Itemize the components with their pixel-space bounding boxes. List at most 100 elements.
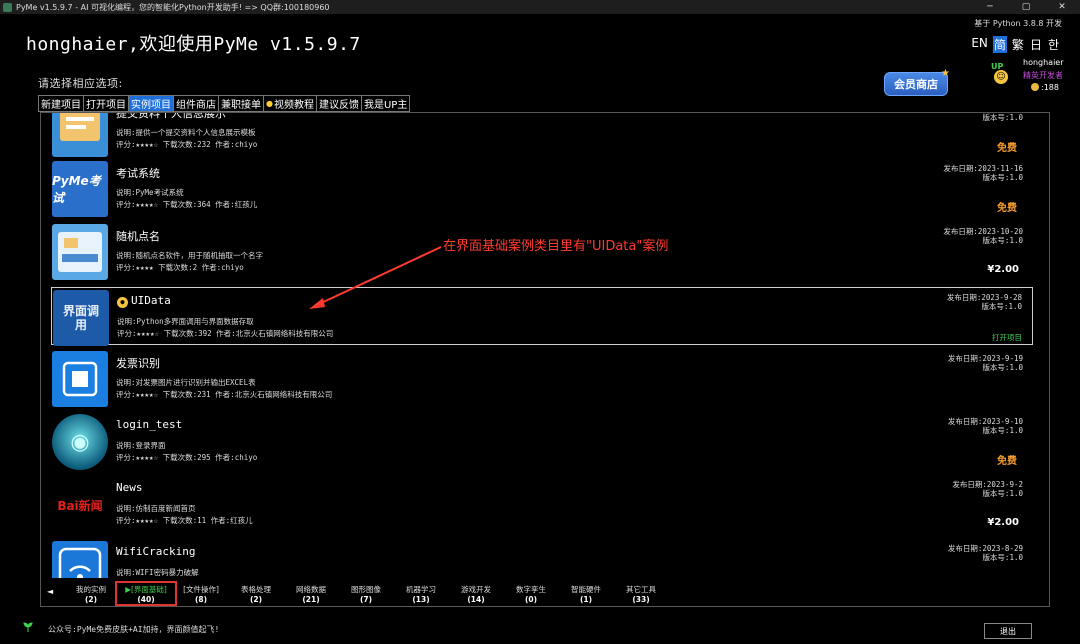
tab-part-time-jobs[interactable]: 兼职接单: [218, 95, 263, 112]
category-network-data[interactable]: 网络数据 (21): [283, 585, 339, 605]
close-button[interactable]: ✕: [1044, 0, 1080, 14]
lang-zh-traditional-button[interactable]: 繁: [1011, 36, 1025, 53]
example-list[interactable]: 提交资料个人信息展示 说明:提供一个提交资料个人信息展示模板 评分:★★★★☆ …: [41, 113, 1049, 578]
item-title: 发票识别: [116, 357, 160, 370]
item-desc: 说明:PyMe考试系统: [116, 188, 184, 197]
tab-open-project[interactable]: 打开项目: [83, 95, 128, 112]
list-item-uidata[interactable]: 界面调用 ● UIData 说明:Python多界面调用与界面数据存取 评分:★★…: [51, 287, 1033, 346]
category-file-operations[interactable]: [文件操作] (8): [173, 585, 229, 605]
coin-balance: :188: [1031, 83, 1059, 92]
app-icon: [3, 2, 12, 12]
item-title: News: [116, 481, 143, 494]
avatar: ☺: [994, 70, 1008, 84]
maximize-button[interactable]: ▢: [1008, 0, 1044, 14]
annotation-text: 在界面基础案例类目里有"UIData"案例: [443, 239, 669, 254]
item-version: 版本号:1.0: [981, 302, 1022, 311]
annotation-arrow-icon: [309, 246, 442, 309]
price-label[interactable]: 免费: [997, 139, 1017, 154]
category-graphics[interactable]: 图形图像 (7): [338, 585, 394, 605]
item-desc: 说明:随机点名软件，用于随机抽取一个名字: [116, 251, 264, 260]
item-title: 考试系统: [116, 167, 160, 180]
category-smart-hardware[interactable]: 智能硬件 (1): [558, 585, 614, 605]
coin-count: :188: [1041, 83, 1059, 92]
item-thumbnail: PyMe考试: [52, 161, 108, 217]
exit-button[interactable]: 退出: [984, 623, 1032, 639]
item-thumbnail: [52, 541, 108, 578]
lang-zh-simplified-button[interactable]: 简: [992, 36, 1007, 53]
category-label: 游戏开发: [461, 585, 491, 594]
window-titlebar: PyMe v1.5.9.7 - AI 可视化编程，您的智能化Python开发助手…: [0, 0, 1080, 14]
list-item[interactable]: 发票识别 说明:对发票图片进行识别并输出EXCEL表 评分:★★★★☆ 下载次数…: [51, 349, 1033, 409]
user-profile[interactable]: UP ☺ honghaier 精英开发者 :188: [990, 58, 1066, 104]
category-count: (7): [359, 595, 373, 604]
language-switcher: EN 简 繁 日 한: [970, 36, 1060, 53]
category-count: (21): [302, 595, 320, 604]
tab-example-projects[interactable]: 实例项目: [128, 95, 173, 112]
item-title: 随机点名: [116, 230, 160, 243]
item-desc: 说明:提供一个提交资料个人信息展示模板: [116, 128, 256, 137]
category-count: (14): [467, 595, 485, 604]
lang-en-button[interactable]: EN: [970, 36, 989, 53]
lang-ja-button[interactable]: 日: [1029, 36, 1043, 53]
select-option-label: 请选择相应选项:: [38, 77, 123, 90]
item-version: 版本号:1.0: [982, 236, 1023, 245]
category-game-dev[interactable]: 游戏开发 (14): [448, 585, 504, 605]
category-label: 我的实例: [76, 585, 106, 594]
price-label[interactable]: 免费: [997, 199, 1017, 214]
item-desc: 说明:对发票图片进行识别并输出EXCEL表: [116, 378, 256, 387]
item-meta: 评分:★★★★☆ 下载次数:364 作者:红孩儿: [116, 200, 258, 209]
price-label[interactable]: ¥2.00: [987, 264, 1019, 275]
category-spreadsheet[interactable]: 表格处理 (2): [228, 585, 284, 605]
item-meta: 评分:★★★★☆ 下载次数:231 作者:北京火石镇网络科技有限公司: [116, 390, 333, 399]
tab-feedback[interactable]: 建议反馈: [315, 95, 361, 112]
item-meta: 评分:★★★★☆ 下载次数:392 作者:北京火石镇网络科技有限公司: [117, 329, 334, 338]
item-version: 版本号:1.0: [982, 426, 1023, 435]
item-thumbnail: [52, 224, 108, 280]
list-item[interactable]: WifiCracking 说明:WIFI密码暴力破解 发布日期:2023-8-2…: [51, 539, 1033, 578]
lang-ko-button[interactable]: 한: [1047, 36, 1060, 53]
minimize-button[interactable]: ─: [972, 0, 1008, 14]
category-label: 机器学习: [406, 585, 436, 594]
category-prev-button[interactable]: ◄: [47, 587, 53, 596]
list-item[interactable]: Bai新闻 News 说明:仿制百度新闻首页 评分:★★★★☆ 下载次数:11 …: [51, 475, 1033, 535]
category-label: 其它工具: [626, 585, 656, 594]
category-count: (33): [632, 595, 650, 604]
open-project-link[interactable]: 打开项目: [992, 332, 1022, 343]
user-role: 精英开发者: [1023, 71, 1063, 80]
window-controls: ─ ▢ ✕: [972, 0, 1080, 14]
invoice-scan-icon: [62, 361, 98, 397]
star-icon: ★: [941, 68, 950, 79]
item-desc: 说明:登录界面: [116, 441, 166, 450]
form-illustration-icon: [60, 113, 100, 141]
tab-i-am-up[interactable]: 我是UP主: [360, 95, 411, 112]
category-ui-basics[interactable]: ▶[界面基础] (40): [118, 585, 174, 605]
category-count: (40): [137, 595, 155, 604]
tab-component-store[interactable]: 组件商店: [173, 95, 218, 112]
price-label[interactable]: 免费: [997, 452, 1017, 467]
category-label: 网络数据: [296, 585, 326, 594]
category-my-examples[interactable]: 我的实例 (2): [63, 585, 119, 605]
category-machine-learning[interactable]: 机器学习 (13): [393, 585, 449, 605]
category-count: (1): [579, 595, 593, 604]
category-label: 数字孪生: [516, 585, 546, 594]
price-label[interactable]: ¥2.00: [987, 517, 1019, 528]
list-item[interactable]: PyMe考试 考试系统 说明:PyMe考试系统 评分:★★★★☆ 下载次数:36…: [51, 159, 1033, 219]
list-item[interactable]: ◉ login_test 说明:登录界面 评分:★★★★☆ 下载次数:295 作…: [51, 412, 1033, 472]
item-thumbnail: ◉: [52, 414, 108, 470]
item-thumbnail: [52, 351, 108, 407]
wifi-icon: [58, 547, 102, 578]
category-other-tools[interactable]: 其它工具 (33): [613, 585, 669, 605]
vip-shop-button[interactable]: 会员商店 ★: [884, 68, 950, 96]
category-count: (0): [524, 595, 538, 604]
tab-new-project[interactable]: 新建项目: [38, 95, 83, 112]
username: honghaier: [1023, 58, 1064, 67]
item-title: login_test: [116, 418, 183, 431]
random-call-illustration-icon: [58, 232, 102, 272]
list-item[interactable]: 提交资料个人信息展示 说明:提供一个提交资料个人信息展示模板 评分:★★★★☆ …: [51, 113, 1033, 159]
category-digital-twin[interactable]: 数字孪生 (0): [503, 585, 559, 605]
tab-video-tutorials[interactable]: ● 视频教程: [263, 95, 316, 112]
item-title: WifiCracking: [116, 545, 196, 558]
item-meta: 评分:★★★★ 下载次数:2 作者:chiyo: [116, 263, 244, 272]
item-meta: 评分:★★★★☆ 下载次数:295 作者:chiyo: [116, 453, 258, 462]
window-title: PyMe v1.5.9.7 - AI 可视化编程，您的智能化Python开发助手…: [16, 2, 330, 12]
